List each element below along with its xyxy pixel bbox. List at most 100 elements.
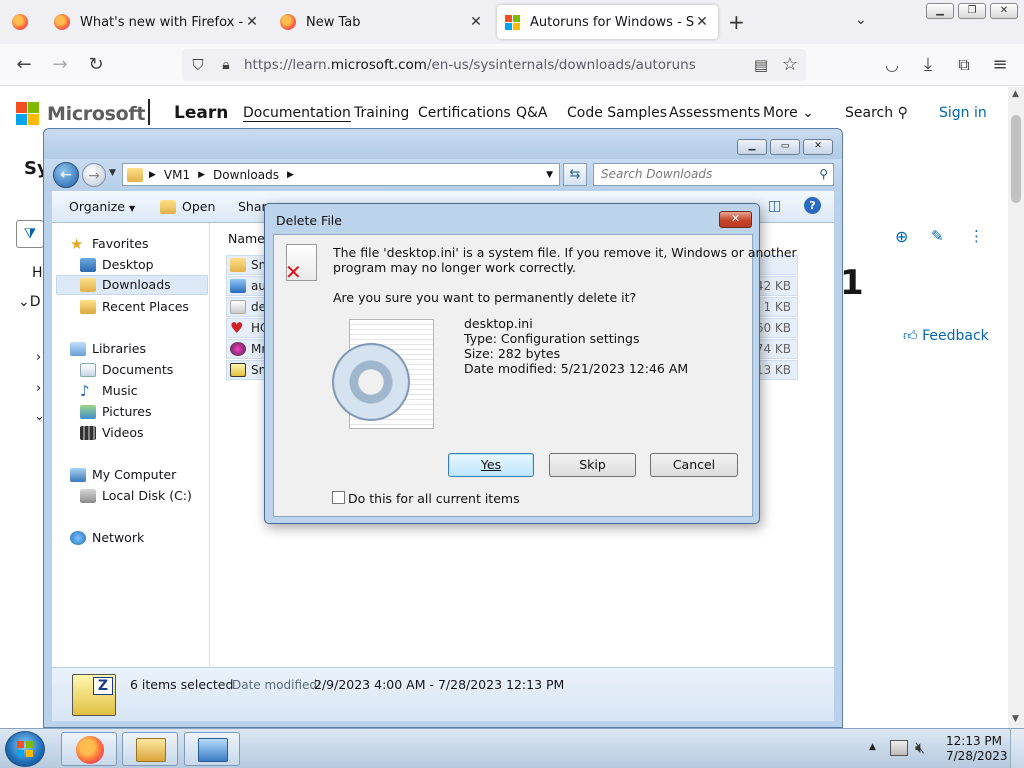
downloads-icon[interactable]: ⤓ — [916, 53, 940, 77]
search-button[interactable]: Search ⚲ — [845, 105, 908, 121]
nav-documentation[interactable]: Documentation — [243, 105, 351, 121]
lock-icon[interactable]: 🔒︎ — [214, 53, 238, 77]
nav-local-disk[interactable]: Local Disk (C:) — [80, 486, 192, 506]
explorer-address-row: ← → ▼ ▶ VM1 ▶ Downloads ▶ ▼ ⇆ Search Dow… — [44, 159, 842, 191]
nav-downloads[interactable]: Downloads — [56, 275, 208, 295]
column-header-name[interactable]: Name — [228, 231, 265, 246]
refresh-icon[interactable]: ⇆ — [563, 163, 587, 186]
nav-qa[interactable]: Q&A — [516, 105, 548, 121]
bookmark-star-icon[interactable]: ☆ — [778, 53, 802, 77]
filter-icon[interactable]: ⧩ — [16, 220, 44, 248]
nav-videos[interactable]: Videos — [80, 423, 144, 443]
window-close-button[interactable]: ✕ — [990, 3, 1018, 19]
scroll-down-arrow-icon[interactable]: ▼ — [1012, 714, 1019, 724]
back-arrow-icon[interactable]: ← — [12, 53, 36, 77]
breadcrumb-arrow-icon[interactable]: ▶ — [149, 170, 156, 180]
dialog-title: Delete File — [276, 213, 342, 228]
system-clock[interactable]: 12:13 PM 7/28/2023 — [946, 734, 1008, 764]
tab-close-icon[interactable]: ✕ — [694, 14, 710, 30]
nav-desktop[interactable]: Desktop — [80, 255, 154, 275]
explorer-maximize-button[interactable]: ▭ — [770, 139, 800, 155]
extensions-icon[interactable]: ⧉ — [952, 53, 976, 77]
nav-music[interactable]: ♪ Music — [80, 381, 138, 401]
scrollbar-thumb[interactable] — [1011, 115, 1021, 203]
back-arrow-icon[interactable]: ← — [53, 162, 79, 188]
page-scrollbar[interactable]: ▲ ▼ — [1008, 87, 1024, 728]
sign-in-link[interactable]: Sign in — [939, 105, 987, 121]
learn-link[interactable]: Learn — [174, 103, 228, 123]
nav-documents[interactable]: Documents — [80, 360, 173, 380]
breadcrumb-vm1[interactable]: VM1 — [164, 168, 190, 182]
skip-button[interactable]: Skip — [549, 453, 636, 477]
explorer-minimize-button[interactable]: ▁ — [737, 139, 767, 155]
tab-close-icon[interactable]: ✕ — [244, 14, 260, 30]
nav-my-computer[interactable]: My Computer — [70, 465, 176, 485]
open-button[interactable]: Open — [160, 199, 215, 214]
apply-to-all-checkbox[interactable] — [332, 491, 345, 504]
nav-code-samples[interactable]: Code Samples — [567, 105, 667, 121]
search-icon[interactable]: ⚲ — [819, 164, 828, 185]
address-bar[interactable]: ▶ VM1 ▶ Downloads ▶ ▼ — [122, 163, 560, 186]
apply-to-all-label[interactable]: Do this for all current items — [348, 491, 520, 506]
cancel-button[interactable]: Cancel — [650, 453, 738, 477]
forward-arrow-icon[interactable]: → — [48, 53, 72, 77]
organize-button[interactable]: Organize ▼ — [69, 199, 135, 214]
url-bar[interactable]: ⛉ 🔒︎ https://learn.microsoft.com/en-us/s… — [182, 49, 806, 81]
selection-count: 6 items selected — [130, 677, 234, 692]
nav-certifications[interactable]: Certifications — [418, 105, 511, 121]
browser-tab-strip: What's new with Firefox - More ✕ New Tab… — [0, 0, 1024, 44]
breadcrumb-arrow-icon[interactable]: ▶ — [198, 170, 205, 180]
chevron-right-icon[interactable]: › — [36, 350, 41, 365]
tab-new-tab[interactable]: New Tab ✕ — [272, 5, 492, 39]
search-input[interactable]: Search Downloads ⚲ — [593, 163, 834, 186]
network-status-icon[interactable] — [890, 740, 908, 756]
taskbar-control-panel-button[interactable] — [184, 732, 240, 766]
help-icon[interactable]: ? — [804, 197, 821, 214]
show-hidden-icons-arrow-icon[interactable]: ▲ — [869, 742, 876, 752]
start-button[interactable] — [5, 731, 45, 767]
forward-arrow-icon[interactable]: → — [82, 163, 106, 187]
shield-icon[interactable]: ⛉ — [186, 53, 210, 77]
yes-button[interactable]: Yes — [448, 453, 534, 477]
scroll-up-arrow-icon[interactable]: ▲ — [1012, 89, 1019, 99]
nav-recent-places[interactable]: Recent Places — [80, 297, 189, 317]
feedback-link[interactable]: 👍︎ Feedback — [903, 327, 989, 344]
reload-icon[interactable]: ↻ — [84, 53, 108, 77]
nav-assessments[interactable]: Assessments — [669, 105, 760, 121]
add-icon[interactable]: ⊕ — [895, 227, 908, 246]
more-options-icon[interactable]: ⋮ — [969, 227, 984, 245]
tab-whats-new[interactable]: What's new with Firefox - More ✕ — [46, 5, 268, 39]
preview-pane-icon[interactable]: ◫ — [768, 198, 781, 214]
volume-muted-icon[interactable]: 🔇︎ — [915, 738, 925, 758]
nav-network[interactable]: Network — [70, 528, 144, 548]
chevron-right-icon[interactable]: › — [36, 381, 41, 396]
tab-autoruns[interactable]: Autoruns for Windows - Sysinte ✕ — [497, 5, 718, 39]
list-all-tabs-chevron-icon[interactable]: ⌄ — [855, 12, 867, 28]
window-restore-button[interactable]: ❐ — [958, 3, 986, 19]
nav-more[interactable]: More ⌄ — [763, 105, 814, 121]
window-minimize-button[interactable]: ▁ — [926, 3, 954, 19]
reader-view-icon[interactable]: ▤ — [749, 53, 773, 77]
menu-hamburger-icon[interactable]: ≡ — [988, 53, 1012, 77]
nav-libraries[interactable]: Libraries — [70, 339, 146, 359]
edit-pencil-icon[interactable]: ✎ — [931, 227, 944, 245]
tab-pinned-firefox[interactable] — [4, 5, 40, 39]
new-tab-plus-icon[interactable]: + — [728, 10, 745, 34]
address-dropdown-icon[interactable]: ▼ — [546, 170, 553, 180]
breadcrumb-arrow-icon[interactable]: ▶ — [287, 170, 294, 180]
dialog-close-button[interactable]: ✕ — [719, 211, 752, 228]
show-desktop-button[interactable] — [1010, 729, 1024, 768]
breadcrumb-downloads[interactable]: Downloads — [213, 168, 279, 182]
explorer-close-button[interactable]: ✕ — [803, 139, 833, 155]
taskbar-explorer-button[interactable] — [122, 732, 178, 766]
recent-pages-chevron-icon[interactable]: ▼ — [109, 168, 116, 178]
nav-pictures[interactable]: Pictures — [80, 402, 152, 422]
nav-training[interactable]: Training — [354, 105, 409, 121]
folder-open-icon — [160, 199, 176, 214]
url-text[interactable]: https://learn.microsoft.com/en-us/sysint… — [244, 57, 696, 73]
pocket-icon[interactable]: ◡ — [880, 53, 904, 77]
tab-close-icon[interactable]: ✕ — [468, 14, 484, 30]
nav-favorites[interactable]: ★ Favorites — [70, 234, 148, 254]
microsoft-logo[interactable]: Microsoft — [16, 102, 145, 125]
taskbar-firefox-button[interactable] — [61, 732, 117, 766]
